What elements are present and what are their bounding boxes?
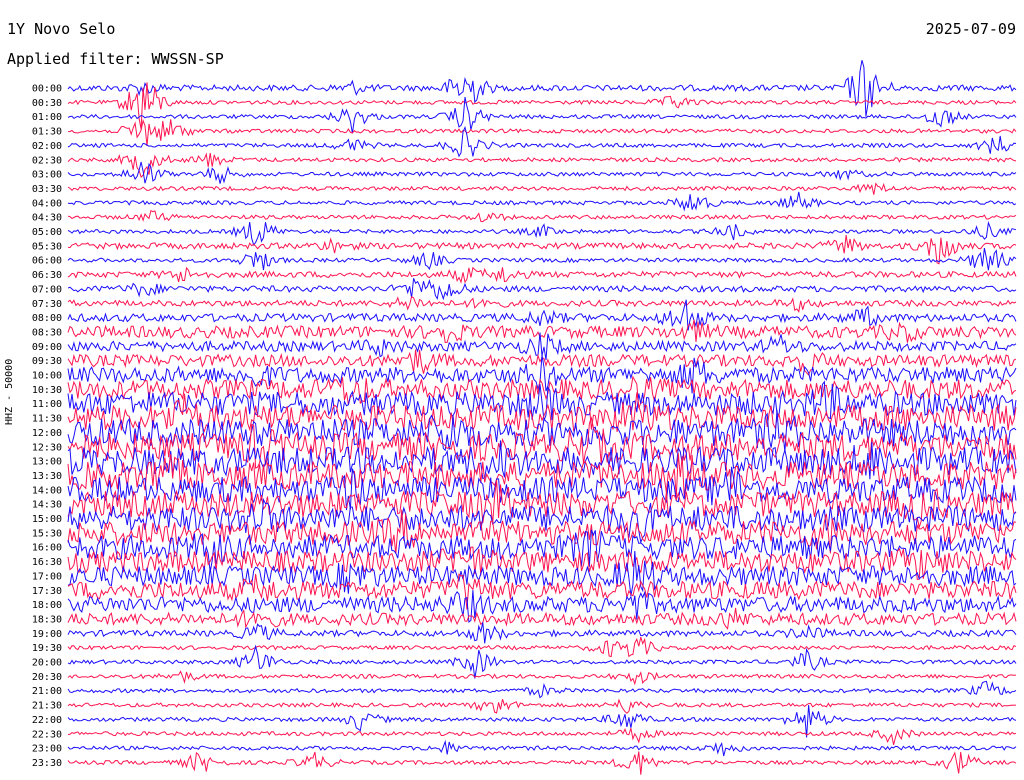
time-tick-label: 22:30	[32, 729, 62, 740]
trace-line	[67, 636, 1017, 658]
time-tick-label: 02:00	[32, 141, 62, 152]
trace-line	[67, 266, 1017, 284]
trace-line	[67, 728, 1017, 746]
time-tick-layer: 00:00 00:30 01:00 01:30 02:00 02:30 03:00 03:30…	[32, 84, 62, 769]
helicorder-page: 1Y Novo Selo 2025-07-09 Applied filter: …	[0, 0, 1024, 780]
time-tick-label: 09:30	[32, 356, 62, 367]
time-tick-label: 10:00	[32, 371, 62, 382]
trace-line	[67, 698, 1017, 714]
trace-line	[67, 96, 1017, 134]
time-tick-label: 13:00	[32, 457, 62, 468]
time-tick-label: 11:30	[32, 414, 62, 425]
time-tick-label: 08:00	[32, 313, 62, 324]
time-tick-label: 21:00	[32, 686, 62, 697]
trace-line	[67, 278, 1017, 301]
time-tick-label: 19:30	[32, 643, 62, 654]
time-tick-label: 18:00	[32, 600, 62, 611]
helicorder-plot: 00:00 00:30 01:00 01:30 02:00 02:30 03:00 03:30…	[32, 60, 1017, 775]
time-tick-label: 02:30	[32, 155, 62, 166]
time-tick-label: 23:30	[32, 758, 62, 769]
trace-line	[67, 739, 1017, 757]
time-tick-label: 23:00	[32, 744, 62, 755]
time-tick-label: 13:30	[32, 471, 62, 482]
trace-line	[67, 670, 1017, 686]
time-tick-label: 18:30	[32, 614, 62, 625]
time-tick-label: 14:30	[32, 500, 62, 511]
time-tick-label: 03:30	[32, 184, 62, 195]
time-tick-label: 07:00	[32, 284, 62, 295]
trace-line	[67, 247, 1017, 271]
trace-layer	[67, 60, 1017, 775]
trace-line	[67, 319, 1017, 344]
time-tick-label: 17:00	[32, 571, 62, 582]
trace-line	[67, 680, 1017, 699]
time-tick-label: 01:30	[32, 127, 62, 138]
time-tick-label: 20:00	[32, 658, 62, 669]
trace-line	[67, 644, 1017, 679]
time-tick-label: 11:00	[32, 399, 62, 410]
time-tick-label: 04:00	[32, 198, 62, 209]
time-tick-label: 00:00	[32, 84, 62, 95]
time-tick-label: 22:00	[32, 715, 62, 726]
time-tick-label: 07:30	[32, 299, 62, 310]
trace-line	[67, 295, 1017, 313]
trace-line	[67, 751, 1017, 775]
trace-line	[67, 622, 1017, 644]
trace-line	[67, 82, 1017, 130]
time-tick-label: 21:30	[32, 701, 62, 712]
time-tick-label: 06:00	[32, 256, 62, 267]
time-tick-label: 15:00	[32, 514, 62, 525]
time-tick-label: 01:00	[32, 112, 62, 123]
trace-line	[67, 118, 1017, 147]
trace-line	[67, 209, 1017, 223]
time-tick-label: 08:30	[32, 327, 62, 338]
time-tick-label: 09:00	[32, 342, 62, 353]
time-tick-label: 20:30	[32, 672, 62, 683]
trace-line	[67, 220, 1017, 246]
trace-line	[67, 182, 1017, 195]
trace-line	[67, 479, 1017, 530]
time-tick-label: 04:30	[32, 213, 62, 224]
time-tick-label: 17:30	[32, 586, 62, 597]
time-tick-label: 06:30	[32, 270, 62, 281]
trace-line	[67, 161, 1017, 184]
time-tick-label: 14:00	[32, 485, 62, 496]
trace-line	[67, 354, 1017, 394]
time-tick-label: 03:00	[32, 170, 62, 181]
trace-line	[67, 60, 1017, 117]
time-tick-label: 10:30	[32, 385, 62, 396]
time-tick-label: 05:00	[32, 227, 62, 238]
time-tick-label: 12:00	[32, 428, 62, 439]
time-tick-label: 19:00	[32, 629, 62, 640]
trace-line	[67, 380, 1017, 421]
time-tick-label: 05:30	[32, 241, 62, 252]
time-tick-label: 16:30	[32, 557, 62, 568]
time-tick-label: 12:30	[32, 442, 62, 453]
time-tick-label: 16:00	[32, 543, 62, 554]
time-tick-label: 00:30	[32, 98, 62, 109]
time-tick-label: 15:30	[32, 528, 62, 539]
